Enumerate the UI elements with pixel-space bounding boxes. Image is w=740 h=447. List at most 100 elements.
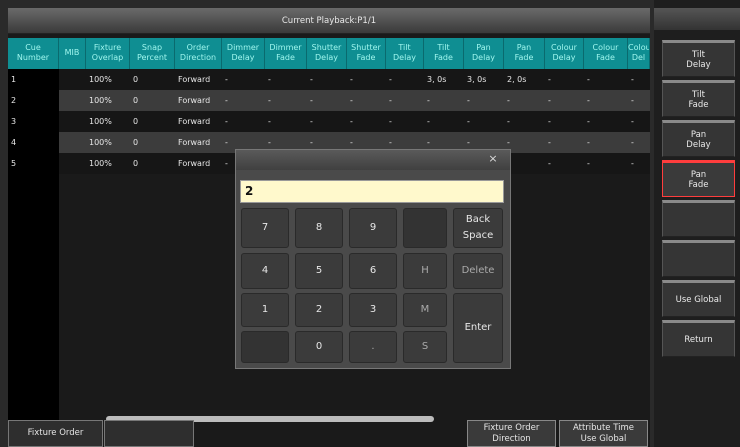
table-cell[interactable]: 2, 0s bbox=[504, 69, 545, 90]
table-cell[interactable]: - bbox=[545, 69, 584, 90]
key-5[interactable]: 5 bbox=[295, 253, 343, 289]
table-cell[interactable] bbox=[59, 90, 86, 111]
table-cell[interactable]: 3, 0s bbox=[424, 69, 464, 90]
table-cell[interactable]: - bbox=[584, 90, 628, 111]
column-header[interactable]: Pan Delay bbox=[464, 38, 504, 69]
table-cell[interactable]: - bbox=[628, 153, 650, 174]
table-cell[interactable]: - bbox=[347, 69, 386, 90]
time-value-input[interactable]: 2 bbox=[240, 180, 504, 203]
table-cell[interactable] bbox=[59, 132, 86, 153]
table-cell[interactable]: Forward bbox=[175, 69, 222, 90]
table-cell[interactable]: 0 bbox=[130, 153, 175, 174]
table-cell[interactable]: Forward bbox=[175, 132, 222, 153]
table-cell[interactable]: - bbox=[307, 90, 347, 111]
decimal-key[interactable]: . bbox=[349, 331, 397, 363]
fixture-order-direction-button[interactable]: Fixture Order Direction bbox=[467, 420, 556, 447]
table-cell[interactable]: - bbox=[464, 90, 504, 111]
table-cell[interactable]: - bbox=[464, 111, 504, 132]
table-cell[interactable]: - bbox=[545, 111, 584, 132]
table-cell[interactable]: - bbox=[222, 69, 265, 90]
table-cell[interactable]: 100% bbox=[86, 132, 130, 153]
table-cell[interactable]: 100% bbox=[86, 90, 130, 111]
fixture-order-button[interactable]: Fixture Order bbox=[8, 420, 103, 447]
key-8[interactable]: 8 bbox=[295, 208, 343, 248]
column-header[interactable]: Tilt Fade bbox=[424, 38, 464, 69]
column-header[interactable]: Colou Del bbox=[628, 38, 650, 69]
table-cell[interactable]: - bbox=[628, 132, 650, 153]
column-header[interactable]: MIB bbox=[59, 38, 86, 69]
sidebar-button[interactable]: Use Global bbox=[662, 280, 735, 317]
seconds-key[interactable]: S bbox=[403, 331, 447, 363]
blank-bottom-button[interactable] bbox=[104, 420, 194, 447]
column-header[interactable]: Pan Fade bbox=[504, 38, 545, 69]
sidebar-button[interactable]: Tilt Delay bbox=[662, 40, 735, 77]
table-cell[interactable]: - bbox=[386, 90, 424, 111]
table-cell[interactable]: 0 bbox=[130, 90, 175, 111]
table-cell[interactable]: - bbox=[307, 69, 347, 90]
sidebar-button[interactable]: Pan Delay bbox=[662, 120, 735, 157]
table-cell[interactable]: - bbox=[347, 111, 386, 132]
attribute-time-button[interactable]: Attribute Time Use Global bbox=[559, 420, 648, 447]
sidebar-button[interactable]: Return bbox=[662, 320, 735, 357]
sidebar-button[interactable] bbox=[662, 200, 735, 237]
enter-key[interactable]: Enter bbox=[453, 293, 503, 363]
key-3[interactable]: 3 bbox=[349, 293, 397, 327]
table-cell[interactable]: 0 bbox=[130, 111, 175, 132]
table-cell[interactable]: - bbox=[222, 90, 265, 111]
table-cell[interactable]: Forward bbox=[175, 153, 222, 174]
column-header[interactable]: Shutter Fade bbox=[347, 38, 386, 69]
table-cell[interactable]: 100% bbox=[86, 69, 130, 90]
key-0[interactable]: 0 bbox=[295, 331, 343, 363]
table-row[interactable]: 2 100% 0 Forward - - - - - - - - - - - bbox=[8, 90, 650, 111]
table-cell[interactable]: - bbox=[584, 153, 628, 174]
cue-number-cell[interactable]: 4 bbox=[8, 132, 59, 153]
table-cell[interactable]: - bbox=[265, 111, 307, 132]
table-cell[interactable]: - bbox=[584, 132, 628, 153]
table-cell[interactable]: - bbox=[307, 111, 347, 132]
column-header[interactable]: Dimmer Fade bbox=[265, 38, 307, 69]
key-1[interactable]: 1 bbox=[241, 293, 289, 327]
column-header[interactable]: Colour Fade bbox=[584, 38, 628, 69]
sidebar-button[interactable]: Tilt Fade bbox=[662, 80, 735, 117]
column-header[interactable]: Cue Number bbox=[8, 38, 59, 69]
table-cell[interactable]: - bbox=[545, 153, 584, 174]
cue-number-cell[interactable]: 3 bbox=[8, 111, 59, 132]
key-2[interactable]: 2 bbox=[295, 293, 343, 327]
table-cell[interactable]: - bbox=[347, 90, 386, 111]
table-cell[interactable] bbox=[59, 111, 86, 132]
table-cell[interactable]: - bbox=[584, 111, 628, 132]
cue-number-cell[interactable]: 5 bbox=[8, 153, 59, 174]
close-icon[interactable]: × bbox=[486, 152, 500, 166]
column-header[interactable]: Tilt Delay bbox=[386, 38, 424, 69]
table-cell[interactable]: - bbox=[424, 111, 464, 132]
table-cell[interactable]: - bbox=[386, 69, 424, 90]
cue-number-cell[interactable]: 2 bbox=[8, 90, 59, 111]
table-cell[interactable] bbox=[59, 153, 86, 174]
table-row[interactable]: 3 100% 0 Forward - - - - - - - - - - - bbox=[8, 111, 650, 132]
table-cell[interactable]: - bbox=[265, 90, 307, 111]
table-cell[interactable]: - bbox=[628, 111, 650, 132]
cue-number-cell[interactable]: 1 bbox=[8, 69, 59, 90]
table-cell[interactable]: - bbox=[424, 90, 464, 111]
column-header[interactable]: Fixture Overlap bbox=[86, 38, 130, 69]
hours-key[interactable]: H bbox=[403, 253, 447, 289]
table-cell[interactable]: - bbox=[584, 69, 628, 90]
table-cell[interactable]: - bbox=[265, 69, 307, 90]
table-cell[interactable]: Forward bbox=[175, 90, 222, 111]
table-cell[interactable]: 3, 0s bbox=[464, 69, 504, 90]
column-header[interactable]: Dimmer Delay bbox=[222, 38, 265, 69]
sidebar-button[interactable] bbox=[662, 240, 735, 277]
column-header[interactable]: Order Direction bbox=[175, 38, 222, 69]
table-cell[interactable]: - bbox=[628, 69, 650, 90]
delete-key[interactable]: Delete bbox=[453, 253, 503, 289]
column-header[interactable]: Shutter Delay bbox=[307, 38, 347, 69]
table-cell[interactable]: - bbox=[545, 90, 584, 111]
key-7[interactable]: 7 bbox=[241, 208, 289, 248]
table-cell[interactable]: Forward bbox=[175, 111, 222, 132]
backspace-key[interactable]: Back Space bbox=[453, 208, 503, 248]
table-cell[interactable] bbox=[59, 69, 86, 90]
key-4[interactable]: 4 bbox=[241, 253, 289, 289]
table-cell[interactable]: - bbox=[386, 111, 424, 132]
table-cell[interactable]: - bbox=[628, 90, 650, 111]
table-cell[interactable]: 0 bbox=[130, 69, 175, 90]
